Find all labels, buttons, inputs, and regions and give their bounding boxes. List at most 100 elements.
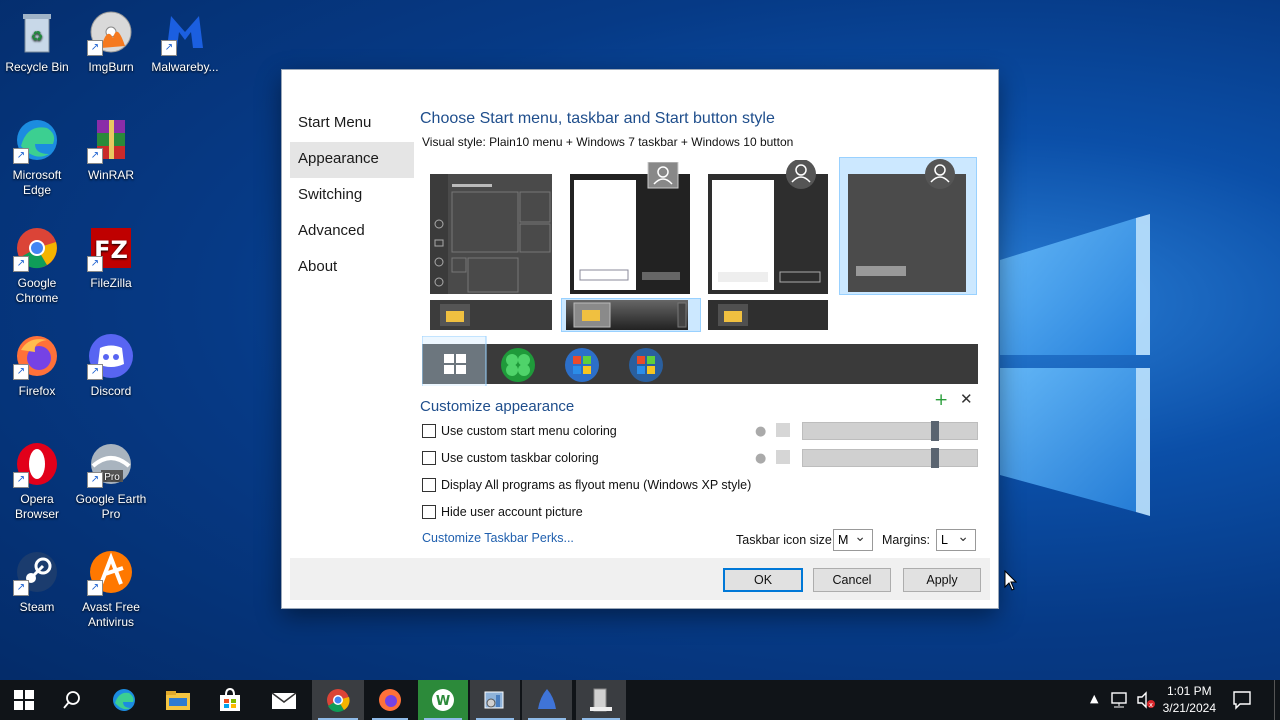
nav-appearance[interactable]: Appearance	[290, 142, 414, 178]
mail-icon	[271, 692, 297, 709]
network-icon[interactable]	[1110, 691, 1130, 709]
taskbar-chrome[interactable]	[312, 680, 364, 720]
color-swatch-taskbar[interactable]	[776, 450, 790, 464]
nav-start-menu[interactable]: Start Menu	[290, 106, 414, 142]
store-icon	[220, 688, 240, 711]
start-button-windows7[interactable]	[565, 348, 599, 382]
settings-nav: Start Menu Appearance Switching Advanced…	[290, 106, 414, 286]
taskbar-file-explorer[interactable]	[154, 680, 202, 720]
start-button[interactable]	[0, 680, 48, 720]
shortcut-arrow-icon: ↗	[13, 148, 29, 164]
shortcut-arrow-icon: ↗	[13, 364, 29, 380]
desktop-icon-label: FileZilla	[90, 276, 132, 290]
start-menu-settings-dialog: Start Menu Appearance Switching Advanced…	[282, 70, 998, 608]
taskbar-store[interactable]	[206, 680, 254, 720]
checkbox[interactable]	[422, 478, 436, 492]
opacity-slider-taskbar[interactable]	[802, 448, 978, 468]
desktop-icon-label: Microsoft Edge	[12, 168, 62, 197]
mouse-cursor-icon	[1004, 570, 1018, 591]
checkbox-label: Use custom start menu coloring	[441, 424, 617, 438]
close-icon[interactable]: ✕	[960, 390, 973, 408]
svg-text:W: W	[436, 694, 450, 709]
nav-about[interactable]: About	[290, 250, 414, 286]
margins-select[interactable]: L	[936, 526, 976, 551]
shortcut-arrow-icon: ↗	[87, 580, 103, 596]
ok-button[interactable]: OK	[723, 568, 803, 592]
desktop-icon-malwarebytes[interactable]: ↗ Malwareby...	[148, 8, 222, 75]
desktop-icon-winrar[interactable]: ↗ WinRAR	[74, 116, 148, 183]
slider-thumb[interactable]	[931, 448, 939, 468]
desktop-icon-firefox[interactable]: ↗ Firefox	[0, 332, 74, 399]
checkbox-label: Use custom taskbar coloring	[441, 451, 599, 465]
taskbar-style-1[interactable]	[430, 300, 552, 330]
w-app-icon: W	[432, 689, 454, 711]
desktop-icon-imgburn[interactable]: ↗ ImgBurn	[74, 8, 148, 75]
desktop-icon-avast[interactable]: ↗ Avast Free Antivirus	[74, 548, 148, 630]
taskbar-shell-app[interactable]	[522, 680, 572, 720]
margins-label: Margins:	[882, 533, 930, 547]
chevron-up-icon[interactable]: ▲	[1090, 692, 1098, 705]
taskbar-w-app[interactable]: W	[418, 680, 468, 720]
select-value: M	[838, 533, 849, 547]
opacity-slider-start-menu[interactable]	[802, 421, 978, 441]
checkbox[interactable]	[422, 505, 436, 519]
checkbox[interactable]	[422, 424, 436, 438]
taskbar-edge[interactable]	[100, 680, 148, 720]
taskbar-settings-tool[interactable]	[576, 680, 626, 720]
start-button-clover[interactable]	[501, 348, 535, 382]
taskbar-mail[interactable]	[260, 680, 308, 720]
desktop-icon-steam[interactable]: ↗ Steam	[0, 548, 74, 615]
taskbar-style-2[interactable]	[566, 300, 688, 330]
checkbox-label: Hide user account picture	[441, 505, 583, 519]
menu-style-windows7[interactable]	[570, 162, 690, 294]
checkbox-flyout-all-programs[interactable]: Display All programs as flyout menu (Win…	[422, 476, 751, 494]
nav-switching[interactable]: Switching	[290, 178, 414, 214]
desktop-icon-chrome[interactable]: ↗ Google Chrome	[0, 224, 74, 306]
desktop-icon-google-earth[interactable]: Pro ↗ Google Earth Pro	[74, 440, 148, 522]
svg-text:x: x	[1149, 701, 1153, 709]
desktop-icon-edge[interactable]: ↗ Microsoft Edge	[0, 116, 74, 198]
shortcut-arrow-icon: ↗	[87, 40, 103, 56]
taskbar-settings-app[interactable]	[470, 680, 520, 720]
desktop-icon-label: Google Chrome	[15, 276, 59, 305]
color-swatch-start-menu[interactable]	[776, 423, 790, 437]
taskbar-style-3[interactable]	[708, 300, 828, 330]
taskbar-search-button[interactable]	[48, 680, 96, 720]
shortcut-arrow-icon: ↗	[87, 256, 103, 272]
taskbar-firefox[interactable]	[366, 680, 414, 720]
start-button-windows-vista[interactable]	[629, 348, 663, 382]
desktop-icon-label: Steam	[19, 600, 55, 614]
taskbar-icon-size-select[interactable]: M	[833, 526, 873, 551]
menu-style-windows10[interactable]	[430, 174, 552, 294]
desktop-icon-label: Google Earth Pro	[75, 492, 147, 521]
add-icon[interactable]: +	[934, 390, 948, 410]
checkbox-label: Display All programs as flyout menu (Win…	[441, 478, 752, 492]
notification-icon[interactable]	[1232, 690, 1252, 710]
checkbox-hide-user-picture[interactable]: Hide user account picture	[422, 503, 583, 521]
start-button-style-strip	[422, 336, 978, 386]
tool-window-icon	[590, 688, 612, 712]
show-desktop-button[interactable]	[1274, 680, 1280, 720]
desktop-icon-recycle-bin[interactable]: ♻ Recycle Bin	[0, 8, 74, 75]
desktop-icon-filezilla[interactable]: FZ ↗ FileZilla	[74, 224, 148, 291]
customize-taskbar-perks-link[interactable]: Customize Taskbar Perks...	[422, 531, 574, 545]
menu-style-plain10[interactable]	[708, 160, 828, 294]
nav-advanced[interactable]: Advanced	[290, 214, 414, 250]
desktop-icon-label: Firefox	[18, 384, 56, 398]
checkbox-custom-start-menu-coloring[interactable]: Use custom start menu coloring	[422, 422, 617, 440]
menu-style-dark-plain[interactable]	[846, 158, 968, 294]
slider-thumb[interactable]	[931, 421, 939, 441]
clock-time: 1:01 PM	[1166, 684, 1212, 698]
desktop-icon-opera[interactable]: ↗ Opera Browser	[0, 440, 74, 522]
checkbox-custom-taskbar-coloring[interactable]: Use custom taskbar coloring	[422, 449, 599, 467]
desktop-icon-label: Recycle Bin	[5, 60, 69, 74]
desktop-icon-label: ImgBurn	[88, 60, 134, 74]
cancel-button[interactable]: Cancel	[813, 568, 891, 592]
taskbar-clock[interactable]: 1:01 PM 3/21/2024	[1163, 683, 1216, 717]
apply-button[interactable]: Apply	[903, 568, 981, 592]
volume-muted-icon[interactable]: x	[1136, 691, 1156, 709]
folder-icon	[166, 691, 190, 710]
desktop-icon-discord[interactable]: ↗ Discord	[74, 332, 148, 399]
color-drop-icon: ●	[755, 424, 767, 439]
checkbox[interactable]	[422, 451, 436, 465]
